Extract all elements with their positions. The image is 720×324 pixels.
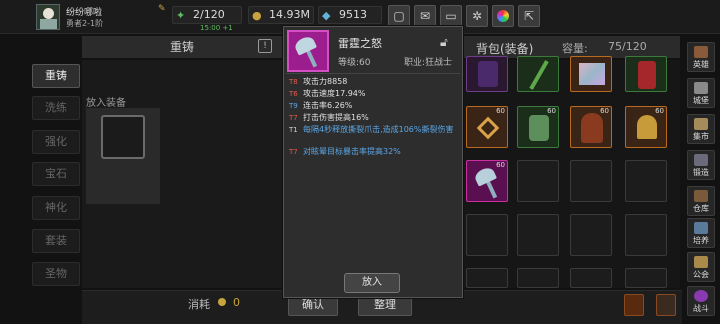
menu-refine[interactable]: 洗练	[32, 96, 80, 120]
bag-slot-empty[interactable]	[570, 214, 612, 256]
bag-slot-robe-red[interactable]	[625, 56, 667, 92]
forge-header: 重铸	[82, 36, 282, 58]
bag-slot-empty[interactable]	[517, 268, 559, 288]
menu-divine[interactable]: 神化	[32, 196, 80, 220]
bag-slot-cloak[interactable]: 60	[570, 106, 612, 148]
exit-icon[interactable]: ⇱	[518, 5, 540, 27]
rail-hero[interactable]: 英雄	[687, 42, 715, 72]
stat-line: T7 打击伤害提高16%	[289, 113, 369, 122]
bag-slot-empty[interactable]	[570, 268, 612, 288]
bag-slot-empty[interactable]	[517, 214, 559, 256]
avatar[interactable]	[36, 4, 60, 30]
gems-stat: ◆ 9513	[318, 6, 382, 24]
rail-battle[interactable]: 战斗	[687, 286, 715, 316]
menu-enhance[interactable]: 强化	[32, 130, 80, 154]
bag-slot-empty[interactable]	[466, 214, 508, 256]
stat-line: T8 攻击力8858	[289, 77, 348, 86]
skill-line: T7 对眩晕目标暴击率提高32%	[289, 147, 401, 156]
bag-slot-empty[interactable]	[570, 160, 612, 202]
stamina-stat: ✦ 2/120	[172, 6, 242, 24]
market-icon	[694, 118, 708, 130]
player-rank: 勇者2-1阶	[66, 19, 104, 28]
bag-slot-empty[interactable]	[625, 214, 667, 256]
shop-cart-icon[interactable]: ▢	[388, 5, 410, 27]
item-level: 等级:60	[338, 58, 371, 68]
battle-portal-icon	[694, 290, 708, 302]
bag-capacity-label: 容量:	[562, 42, 588, 55]
gem-icon: ◆	[322, 9, 331, 22]
cost-coin-icon	[218, 298, 226, 306]
bag-slot-empty[interactable]	[625, 160, 667, 202]
place-button[interactable]: 放入	[344, 273, 400, 293]
equip-slot[interactable]	[101, 115, 145, 159]
coin-icon: ●	[252, 9, 262, 22]
bag-capacity-value: 75/120	[608, 40, 647, 53]
rail-train[interactable]: 培养	[687, 218, 715, 248]
bag-slot-staff-green[interactable]	[517, 56, 559, 92]
rail-forge[interactable]: 锻造	[687, 150, 715, 180]
tooltip-divider	[286, 73, 460, 74]
stamina-icon: ✦	[176, 9, 186, 22]
rail-market[interactable]: 集市	[687, 114, 715, 144]
bag-slot-amulet[interactable]: 60	[466, 106, 508, 148]
stat-line: T6 攻击速度17.94%	[289, 89, 366, 98]
tooltip-axe-icon	[287, 30, 329, 72]
stat-line: T9 连击率6.26%	[289, 101, 353, 110]
armor-quick-icon[interactable]	[624, 294, 644, 316]
bag-slot-empty[interactable]	[466, 268, 508, 288]
gold-stat: ● 14.93M	[248, 6, 314, 24]
train-icon	[694, 222, 708, 234]
bag-slot-armor-green[interactable]: 60	[517, 106, 559, 148]
cost-value: 0	[233, 296, 240, 309]
guild-icon	[694, 256, 708, 268]
bag-title: 背包(装备)	[476, 42, 534, 56]
equip-label: 放入装备	[86, 98, 126, 109]
warehouse-icon	[694, 190, 708, 202]
bag-slot-axe-selected[interactable]: 60	[466, 160, 508, 202]
bag-slot-helmet[interactable]: 60	[625, 106, 667, 148]
bag-slot-robe-purple[interactable]	[466, 56, 508, 92]
rail-warehouse[interactable]: 仓库	[687, 186, 715, 216]
item-class: 职业:狂战士	[404, 58, 453, 68]
rail-guild[interactable]: 公会	[687, 252, 715, 282]
player-name: 纷纷哪啦	[66, 8, 103, 18]
unlock-icon[interactable]: 🔓︎	[440, 35, 448, 50]
gamepad-icon[interactable]: ▭	[440, 5, 462, 27]
skill-line: T1 每隔4秒释放撕裂爪击,造成106%撕裂伤害	[289, 125, 454, 134]
help-icon[interactable]: !	[258, 39, 272, 53]
colorwheel-icon[interactable]	[492, 5, 514, 27]
rail-castle[interactable]: 城堡	[687, 78, 715, 108]
menu-relic[interactable]: 圣物	[32, 262, 80, 286]
hero-icon	[694, 46, 708, 58]
fire-quick-icon[interactable]	[656, 294, 676, 316]
cost-label: 消耗	[188, 298, 210, 311]
anvil-icon	[694, 154, 708, 166]
menu-gem[interactable]: 宝石	[32, 162, 80, 186]
menu-set[interactable]: 套装	[32, 229, 80, 253]
settings-gear-icon[interactable]: ✲	[466, 5, 488, 27]
castle-icon	[694, 82, 708, 94]
stamina-timer: 15:00 +1	[200, 24, 233, 32]
bag-slot-empty[interactable]	[625, 268, 667, 288]
bag-slot-tome[interactable]	[570, 56, 612, 92]
mail-icon[interactable]: ✉	[414, 5, 436, 27]
menu-reforge[interactable]: 重铸	[32, 64, 80, 88]
bag-slot-empty[interactable]	[517, 160, 559, 202]
item-name: 雷霆之怒	[338, 37, 382, 50]
edit-icon[interactable]: ✎	[158, 4, 166, 14]
